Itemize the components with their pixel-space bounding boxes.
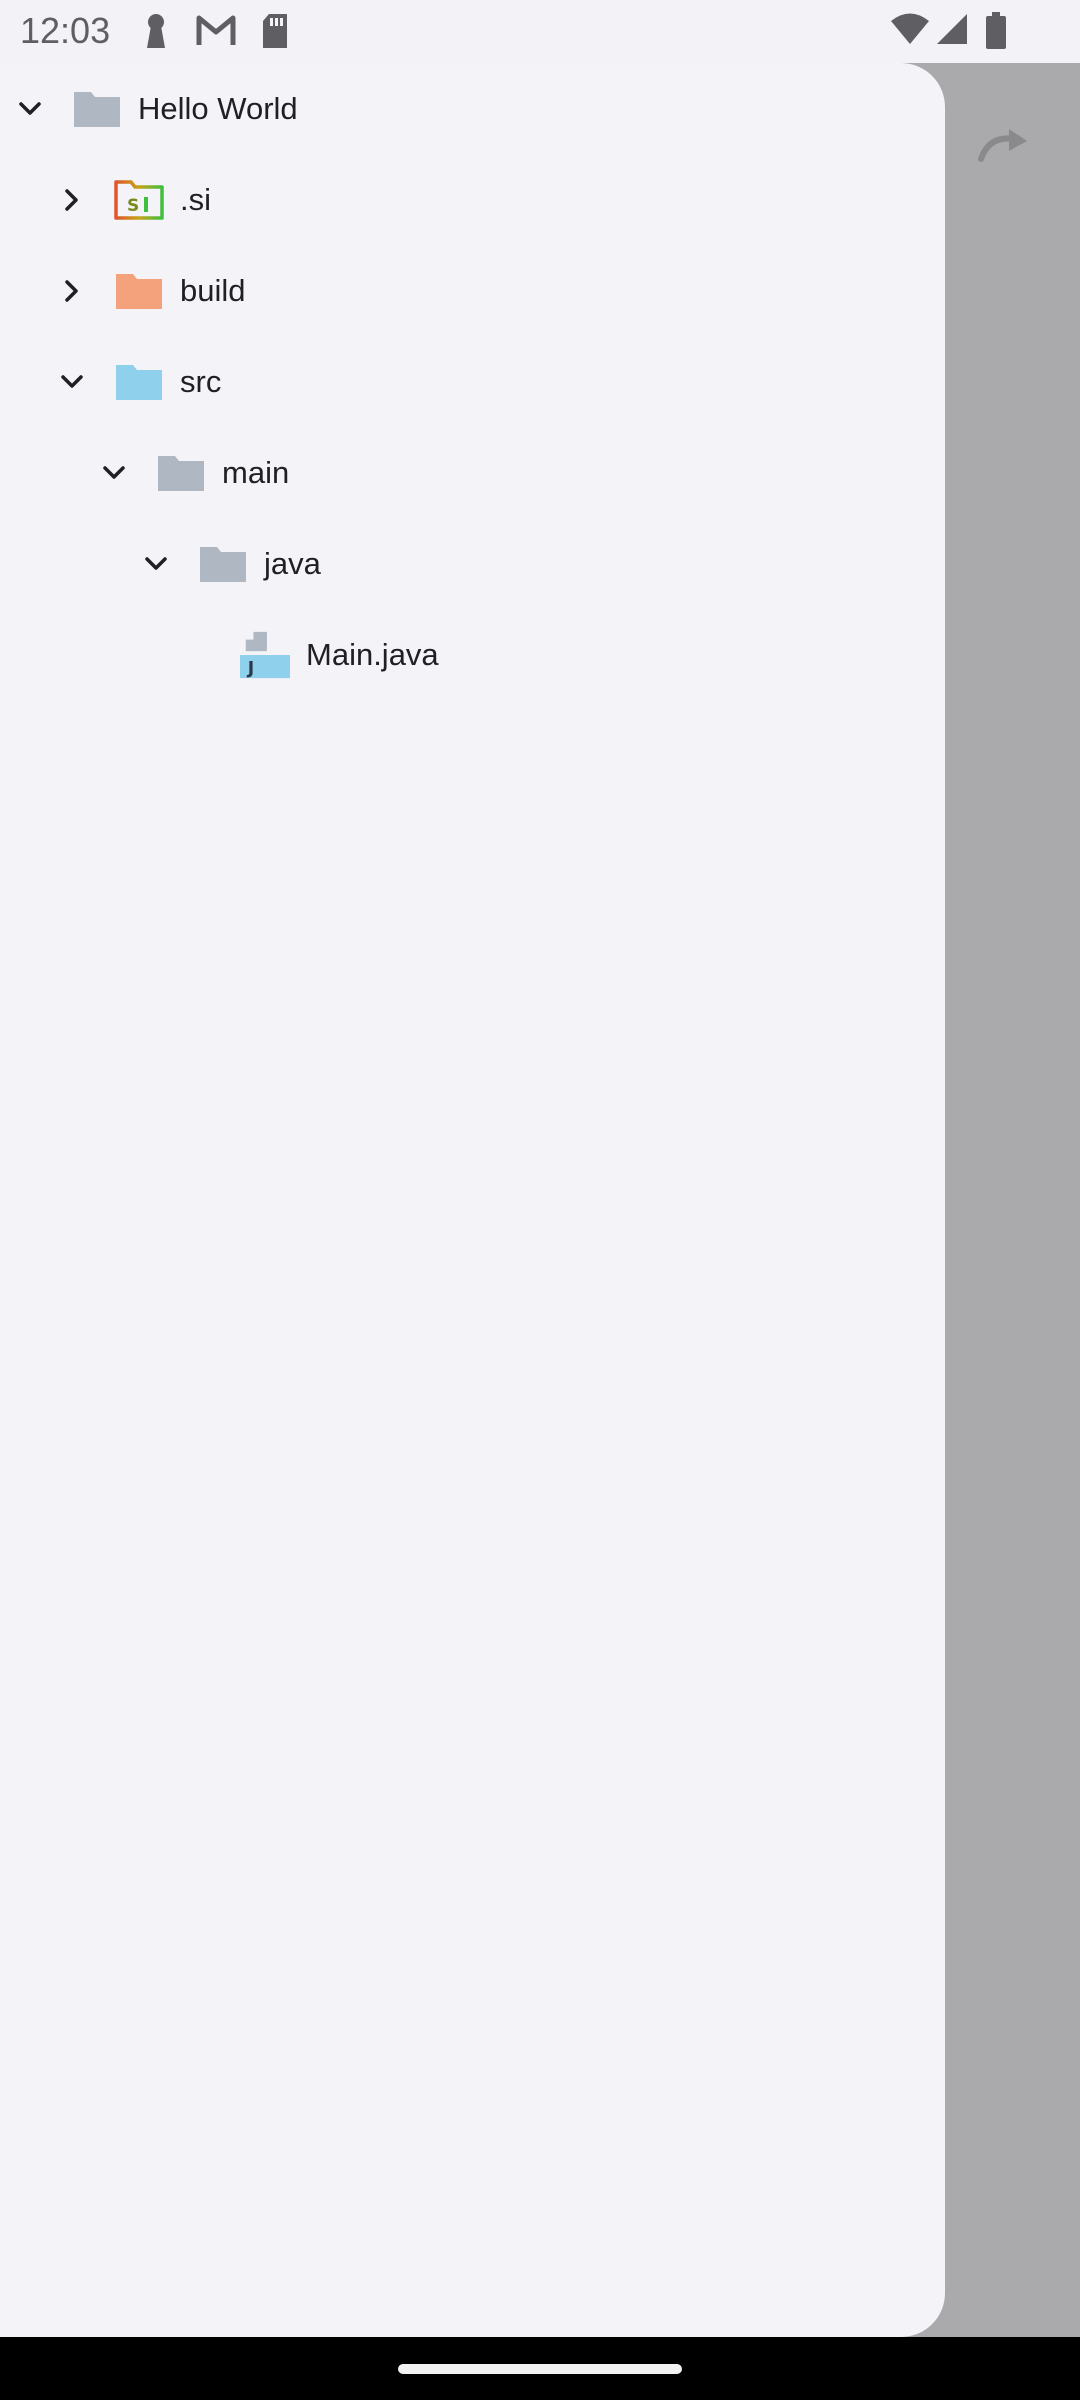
tree-item-java[interactable]: java — [136, 529, 321, 599]
tree-item-src[interactable]: src — [52, 347, 221, 417]
folder-icon — [114, 269, 164, 313]
status-time: 12:03 — [20, 10, 111, 51]
sd-card-icon — [260, 12, 290, 55]
chevron-down-icon[interactable] — [94, 453, 134, 493]
signal-icon — [935, 12, 969, 51]
tree-item-label: .si — [180, 182, 211, 217]
wifi-icon — [890, 12, 930, 51]
redo-icon[interactable] — [975, 125, 1031, 170]
gmail-icon — [196, 12, 236, 55]
chevron-down-icon[interactable] — [10, 89, 50, 129]
tree-item-label: Main.java — [306, 637, 439, 672]
tree-item-label: main — [222, 455, 290, 490]
tree-item-label: build — [180, 273, 246, 308]
tree-item-label: Hello World — [138, 91, 298, 126]
tree-item-label: src — [180, 364, 222, 399]
tree-item-main[interactable]: main — [94, 438, 289, 508]
tree-item-si[interactable]: S .si — [52, 165, 211, 235]
folder-icon — [114, 360, 164, 404]
tree-item-hello-world[interactable]: Hello World — [10, 74, 298, 144]
svg-text:S: S — [127, 196, 139, 216]
java-file-icon: J — [240, 631, 290, 679]
file-tree-drawer: Hello World S .si build src main java J … — [0, 63, 945, 2337]
svg-text:J: J — [247, 659, 254, 679]
chevron-right-icon[interactable] — [52, 271, 92, 311]
folder-icon — [198, 542, 248, 586]
chevron-right-icon[interactable] — [52, 180, 92, 220]
folder-icon — [72, 87, 122, 131]
tree-item-main-java[interactable]: J Main.java — [240, 620, 439, 690]
home-indicator[interactable] — [398, 2364, 682, 2374]
chevron-down-icon[interactable] — [136, 544, 176, 584]
tree-item-build[interactable]: build — [52, 256, 246, 326]
chevron-down-icon[interactable] — [52, 362, 92, 402]
keyhole-icon — [143, 12, 169, 55]
folder-icon — [156, 451, 206, 495]
si-folder-icon: S — [114, 178, 164, 222]
battery-icon — [985, 12, 1007, 55]
status-bar: 12:03 — [0, 0, 1080, 63]
tree-item-label: java — [264, 546, 321, 581]
